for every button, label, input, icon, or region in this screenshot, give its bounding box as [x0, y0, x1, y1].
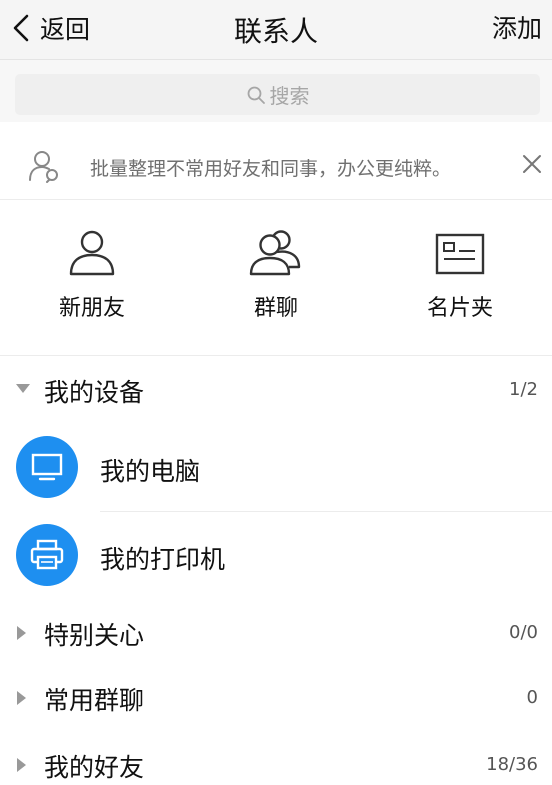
person-icon — [69, 230, 115, 276]
group-special-care[interactable]: 特别关心 0/0 — [0, 603, 552, 663]
new-friends-button[interactable]: 新朋友 — [0, 200, 184, 356]
printer-icon — [16, 524, 78, 586]
triangle-right-icon — [17, 626, 26, 640]
device-my-computer[interactable]: 我的电脑 — [0, 424, 552, 512]
shortcut-row: 新朋友 群聊 名片夹 — [0, 200, 552, 356]
group-name: 我的好友 — [44, 753, 145, 782]
shortcut-label: 群聊 — [253, 296, 298, 321]
shortcut-label: 新朋友 — [58, 296, 125, 321]
search-icon — [247, 86, 265, 104]
device-name: 我的打印机 — [100, 545, 226, 574]
triangle-down-icon — [16, 384, 30, 393]
shortcut-label: 名片夹 — [426, 296, 493, 321]
search-placeholder: 搜索 — [269, 84, 310, 108]
triangle-right-icon — [17, 691, 26, 705]
business-card-button[interactable]: 名片夹 — [368, 200, 552, 356]
group-count: 18/36 — [486, 754, 538, 775]
group-my-friends[interactable]: 我的好友 18/36 — [0, 735, 552, 785]
group-icon — [249, 230, 301, 276]
group-count: 1/2 — [509, 379, 538, 400]
person-manage-icon — [29, 151, 58, 183]
search-section: 搜索 — [0, 60, 552, 122]
tip-text: 批量整理不常用好友和同事，办公更纯粹。 — [90, 158, 452, 180]
triangle-right-icon — [17, 758, 26, 772]
device-my-printer[interactable]: 我的打印机 — [0, 512, 552, 600]
close-icon[interactable] — [520, 152, 544, 176]
top-bar: 返回 联系人 添加 — [0, 0, 552, 60]
computer-icon — [16, 436, 78, 498]
add-button[interactable]: 添加 — [492, 9, 542, 45]
business-card-icon — [435, 233, 485, 275]
search-input[interactable]: 搜索 — [15, 74, 540, 115]
group-my-devices[interactable]: 我的设备 1/2 — [0, 360, 552, 420]
group-count: 0 — [526, 687, 538, 708]
group-name: 我的设备 — [44, 378, 145, 407]
group-chat-button[interactable]: 群聊 — [184, 200, 368, 356]
device-name: 我的电脑 — [100, 457, 201, 486]
group-count: 0/0 — [509, 622, 538, 643]
group-name: 常用群聊 — [44, 686, 145, 715]
group-name: 特别关心 — [44, 621, 145, 650]
page-title: 联系人 — [233, 15, 318, 48]
group-common-chats[interactable]: 常用群聊 0 — [0, 668, 552, 728]
